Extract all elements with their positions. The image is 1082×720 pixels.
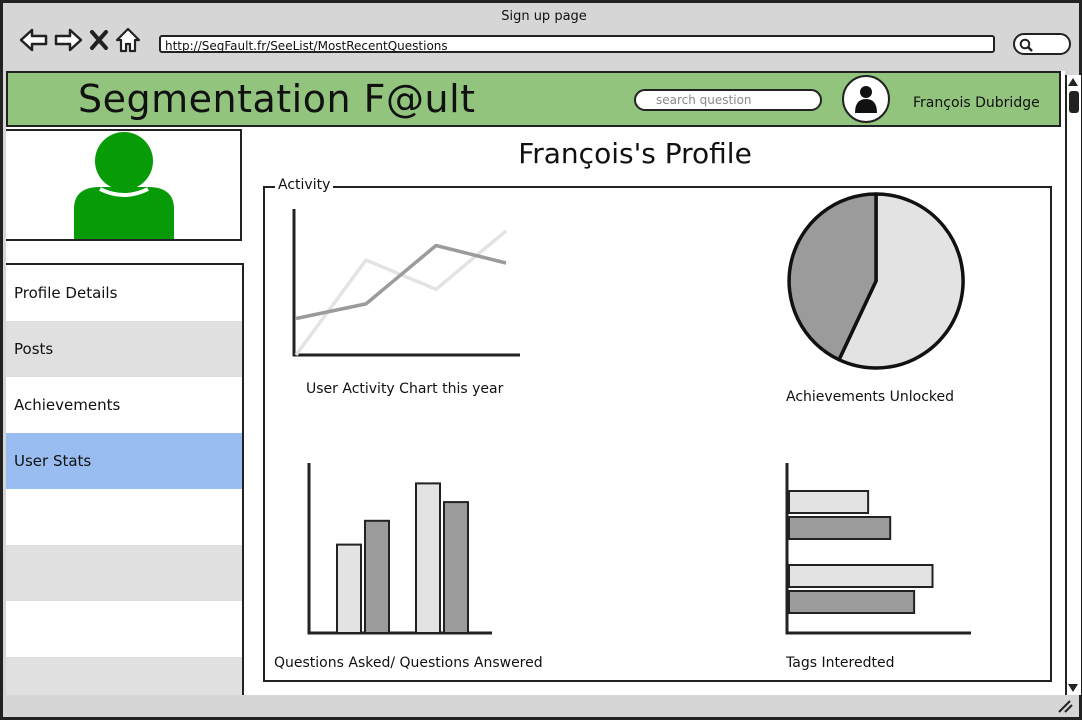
hbar-2-1 <box>788 564 934 588</box>
hbar-1-2 <box>788 516 892 540</box>
line-series-1 <box>295 243 507 321</box>
charts-canvas <box>292 192 971 635</box>
bar-1-1 <box>336 543 362 635</box>
browser-window: Sign up page http://SegFault.fr/SeeList/… <box>0 0 1082 720</box>
url-bar[interactable]: http://SegFault.fr/SeeList/MostRecentQue… <box>159 35 995 53</box>
close-icon[interactable] <box>87 27 111 53</box>
window-title: Sign up page <box>501 9 587 24</box>
scroll-thumb[interactable] <box>1069 91 1079 113</box>
forward-arrow-icon[interactable] <box>53 27 83 53</box>
vertical-scrollbar[interactable] <box>1065 75 1081 695</box>
bar-2-1 <box>415 482 441 634</box>
pie-chart-caption: Achievements Unlocked <box>786 389 955 405</box>
bar-2-2 <box>443 501 469 634</box>
scroll-up-icon[interactable] <box>1068 78 1078 86</box>
hbar-2-2 <box>788 590 916 614</box>
scroll-down-icon[interactable] <box>1068 684 1078 692</box>
search-icon <box>1019 38 1033 52</box>
bar-chart-caption: Questions Asked/ Questions Answered <box>274 655 543 671</box>
back-arrow-icon[interactable] <box>19 27 49 53</box>
line-series-2 <box>294 229 508 357</box>
nav-buttons <box>19 25 141 55</box>
hbar-chart-caption: Tags Interedted <box>786 655 895 671</box>
line-chart-caption: User Activity Chart this year <box>306 381 504 397</box>
browser-search-box[interactable] <box>1013 33 1071 55</box>
hbar-1-1 <box>788 490 870 514</box>
line-chart-axes <box>292 209 520 357</box>
bar-1-2 <box>364 519 390 634</box>
page-content: Segmentation F@ult search question Franç… <box>6 71 1065 695</box>
home-icon[interactable] <box>115 26 141 54</box>
resize-grip-icon[interactable] <box>1057 699 1073 713</box>
